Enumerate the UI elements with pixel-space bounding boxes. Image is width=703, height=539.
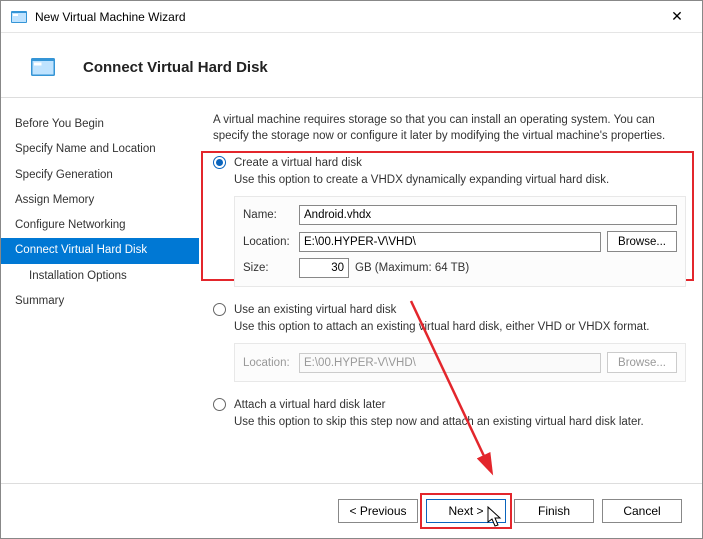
sidebar-item-specify-generation[interactable]: Specify Generation xyxy=(1,163,199,188)
existing-location-label: Location: xyxy=(243,357,299,369)
radio-attach-later[interactable] xyxy=(213,398,226,411)
intro-text: A virtual machine requires storage so th… xyxy=(213,112,686,144)
create-form-panel: Name: Location: Browse... Size: GB (Maxi… xyxy=(234,196,686,287)
sidebar-item-before-you-begin[interactable]: Before You Begin xyxy=(1,112,199,137)
sidebar-item-specify-name[interactable]: Specify Name and Location xyxy=(1,137,199,162)
size-input[interactable] xyxy=(299,258,349,278)
radio-existing-vhd[interactable] xyxy=(213,303,226,316)
window-title: New Virtual Machine Wizard xyxy=(35,10,662,24)
sidebar-item-connect-vhd[interactable]: Connect Virtual Hard Disk xyxy=(1,238,199,263)
next-button[interactable]: Next > xyxy=(426,499,506,523)
cancel-button[interactable]: Cancel xyxy=(602,499,682,523)
location-input[interactable] xyxy=(299,232,601,252)
browse-button-create[interactable]: Browse... xyxy=(607,231,677,252)
option-create-desc: Use this option to create a VHDX dynamic… xyxy=(234,174,686,186)
option-later-label: Attach a virtual hard disk later xyxy=(234,399,386,411)
name-label: Name: xyxy=(243,209,299,221)
option-existing-label: Use an existing virtual hard disk xyxy=(234,304,396,316)
wizard-sidebar: Before You Begin Specify Name and Locati… xyxy=(1,98,199,483)
size-note: GB (Maximum: 64 TB) xyxy=(355,262,469,274)
sidebar-item-assign-memory[interactable]: Assign Memory xyxy=(1,188,199,213)
browse-button-existing: Browse... xyxy=(607,352,677,373)
wizard-footer: < Previous Next > Finish Cancel xyxy=(1,483,702,537)
option-later-desc: Use this option to skip this step now an… xyxy=(234,416,686,428)
sidebar-item-installation-options[interactable]: Installation Options xyxy=(1,264,199,289)
size-label: Size: xyxy=(243,262,299,274)
content-area: Before You Begin Specify Name and Locati… xyxy=(1,98,702,483)
option-existing-desc: Use this option to attach an existing vi… xyxy=(234,321,686,333)
titlebar: New Virtual Machine Wizard ✕ xyxy=(1,1,702,33)
location-label: Location: xyxy=(243,236,299,248)
existing-location-input xyxy=(299,353,601,373)
option-existing-vhd: Use an existing virtual hard disk Use th… xyxy=(213,303,686,382)
sidebar-item-summary[interactable]: Summary xyxy=(1,289,199,314)
wizard-header: Connect Virtual Hard Disk xyxy=(1,33,702,98)
close-button[interactable]: ✕ xyxy=(662,8,692,25)
finish-button[interactable]: Finish xyxy=(514,499,594,523)
page-title: Connect Virtual Hard Disk xyxy=(83,59,268,76)
name-input[interactable] xyxy=(299,205,677,225)
option-create-label: Create a virtual hard disk xyxy=(234,157,362,169)
wizard-icon xyxy=(11,9,27,25)
previous-button[interactable]: < Previous xyxy=(338,499,418,523)
option-attach-later: Attach a virtual hard disk later Use thi… xyxy=(213,398,686,428)
option-create-vhd: Create a virtual hard disk Use this opti… xyxy=(213,156,686,287)
wizard-main: A virtual machine requires storage so th… xyxy=(199,98,702,483)
radio-create-vhd[interactable] xyxy=(213,156,226,169)
sidebar-item-configure-networking[interactable]: Configure Networking xyxy=(1,213,199,238)
existing-form-panel: Location: Browse... xyxy=(234,343,686,382)
wizard-header-icon xyxy=(31,55,55,79)
